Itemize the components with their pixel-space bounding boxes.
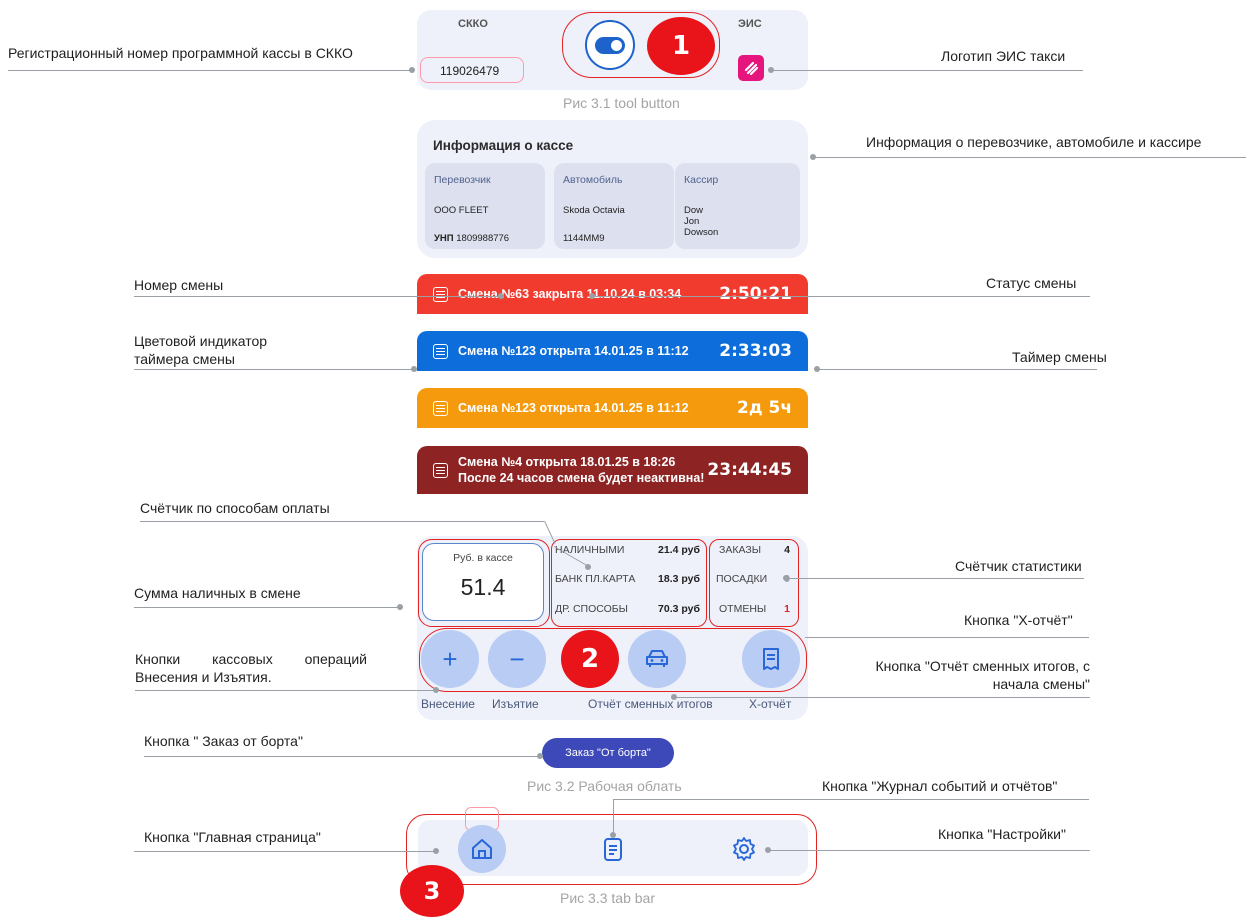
minus-icon: −: [509, 643, 525, 674]
gear-icon: [733, 837, 755, 861]
skko-label: СККО: [458, 18, 488, 30]
x-report-button[interactable]: [742, 630, 800, 688]
receipt-icon: [433, 286, 448, 302]
annotation-shift-status: Статус смены: [986, 275, 1077, 291]
board-order-button[interactable]: Заказ "От борта": [542, 738, 674, 768]
badge-1: 1: [647, 17, 715, 75]
unp-value: 1809988776: [456, 233, 510, 244]
settings-tab[interactable]: [730, 835, 758, 863]
annotation-cash-sum: Сумма наличных в смене: [134, 585, 301, 601]
payment-value: 70.3 руб: [658, 603, 700, 615]
annotation-settings: Кнопка "Настройки": [938, 826, 1066, 842]
shift-text: Смена №4 открыта 18.01.25 в 18:26: [458, 455, 676, 469]
shift-timer: 2д 5ч: [737, 398, 792, 418]
car-plate: 1144MM9: [563, 233, 605, 244]
info-title: Информация о кассе: [433, 138, 574, 153]
shift-timer: 2:50:21: [719, 284, 792, 304]
deposit-label: Внесение: [421, 697, 475, 711]
annotation-info: Информация о перевозчике, автомобиле и к…: [866, 134, 1202, 150]
shift-bar-closed: Смена №63 закрыта 11.10.24 в 03:34 2:50:…: [417, 274, 808, 314]
carrier-column: Перевозчик ООО FLEET УНП 1809988776: [425, 163, 545, 249]
toggle-switch-icon: [595, 36, 625, 54]
annotation-journal: Кнопка "Журнал событий и отчётов": [822, 778, 1058, 794]
withdraw-label: Изъятие: [492, 697, 539, 711]
annotation-x-report: Кнопка "Х-отчёт": [964, 612, 1073, 628]
car-column: Автомобиль Skoda Octavia 1144MM9: [554, 163, 674, 249]
annotation-shift-report: Кнопка "Отчёт сменных итогов, с начала с…: [875, 658, 1090, 692]
cashier-header: Кассир: [684, 174, 719, 186]
shift-timer: 23:44:45: [707, 460, 792, 480]
withdraw-button[interactable]: −: [488, 630, 546, 688]
annotation-reg-number: Регистрационный номер программной кассы …: [8, 45, 353, 61]
cashier-column: Кассир Dow Jon Dowson: [675, 163, 800, 249]
annotation-home: Кнопка "Главная страница": [144, 829, 321, 845]
stat-value: 1: [784, 603, 790, 615]
stat-label: ПОСАДКИ: [716, 573, 768, 585]
payment-value: 21.4 руб: [658, 544, 700, 556]
plus-icon: +: [442, 643, 458, 674]
stat-label: ЗАКАЗЫ: [719, 544, 761, 556]
carrier-name: ООО FLEET: [434, 205, 489, 216]
stat-value: 4: [784, 544, 790, 556]
home-icon: [472, 839, 492, 859]
unp-label: УНП: [434, 233, 454, 244]
home-tab[interactable]: [458, 825, 506, 873]
cash-label: Руб. в кассе: [453, 552, 513, 564]
annotation-shift-timer: Таймер смены: [1012, 349, 1107, 365]
cashier-line1: Dow: [684, 205, 704, 216]
annotation-color-indicator: Цветовой индикатор таймера смены: [134, 333, 268, 367]
stat-label: ОТМЕНЫ: [719, 603, 767, 615]
cashier-line3: Dowson: [684, 227, 719, 238]
car-model: Skoda Octavia: [563, 205, 625, 216]
payment-label: БАНК ПЛ.КАРТА: [555, 573, 636, 585]
payment-value: 18.3 руб: [658, 573, 700, 585]
shift-report-label: Отчёт сменных итогов: [588, 697, 713, 711]
annotation-stats-counter: Счётчик статистики: [955, 558, 1082, 574]
shift-text: Смена №123 открыта 14.01.25 в 11:12: [458, 401, 689, 415]
shift-text: Смена №123 открыта 14.01.25 в 11:12: [458, 344, 689, 358]
caption-fig2: Рис 3.2 Рабочая облать: [527, 778, 682, 794]
cash-value: 51.4: [460, 574, 506, 600]
annotation-eis-logo: Логотип ЭИС такси: [941, 48, 1066, 64]
receipt-icon: [433, 462, 448, 478]
shift-timer: 2:33:03: [719, 341, 792, 361]
annotation-cash-ops: Кнопки кассовых операций Внесения и Изъя…: [135, 651, 367, 685]
shift-bar-open: Смена №123 открыта 14.01.25 в 11:12 2:33…: [417, 331, 808, 371]
caption-fig1: Рис 3.1 tool button: [563, 95, 680, 111]
eis-logo-icon: [738, 55, 764, 81]
carrier-header: Перевозчик: [434, 174, 491, 186]
annotation-board-order: Кнопка " Заказ от борта": [144, 733, 303, 749]
reg-number: 119026479: [440, 64, 500, 78]
x-report-label: Х-отчёт: [749, 697, 792, 711]
journal-tab[interactable]: [600, 835, 626, 863]
shift-warning: После 24 часов смена будет неактивна!: [458, 471, 705, 485]
receipt-icon: [433, 343, 448, 359]
annotation-payment-counter: Счётчик по способам оплаты: [140, 500, 330, 516]
receipt-icon: [763, 648, 779, 670]
shift-bar-expiring: Смена №4 открыта 18.01.25 в 18:26 После …: [417, 446, 808, 494]
shift-report-button[interactable]: [628, 630, 686, 688]
car-icon: [646, 650, 668, 667]
shift-bar-warning: Смена №123 открыта 14.01.25 в 11:12 2д 5…: [417, 388, 808, 428]
annotation-shift-number: Номер смены: [134, 277, 224, 293]
caption-fig3: Рис 3.3 tab bar: [560, 890, 655, 906]
receipt-icon: [433, 400, 448, 416]
journal-icon: [604, 838, 622, 861]
cashier-line2: Jon: [684, 216, 700, 227]
toggle-button[interactable]: [585, 20, 635, 70]
car-header: Автомобиль: [563, 174, 623, 186]
payment-label: ДР. СПОСОБЫ: [555, 603, 628, 615]
badge-3: 3: [400, 865, 464, 917]
eis-label: ЭИС: [738, 18, 762, 30]
badge-2: 2: [561, 630, 619, 688]
deposit-button[interactable]: +: [421, 630, 479, 688]
